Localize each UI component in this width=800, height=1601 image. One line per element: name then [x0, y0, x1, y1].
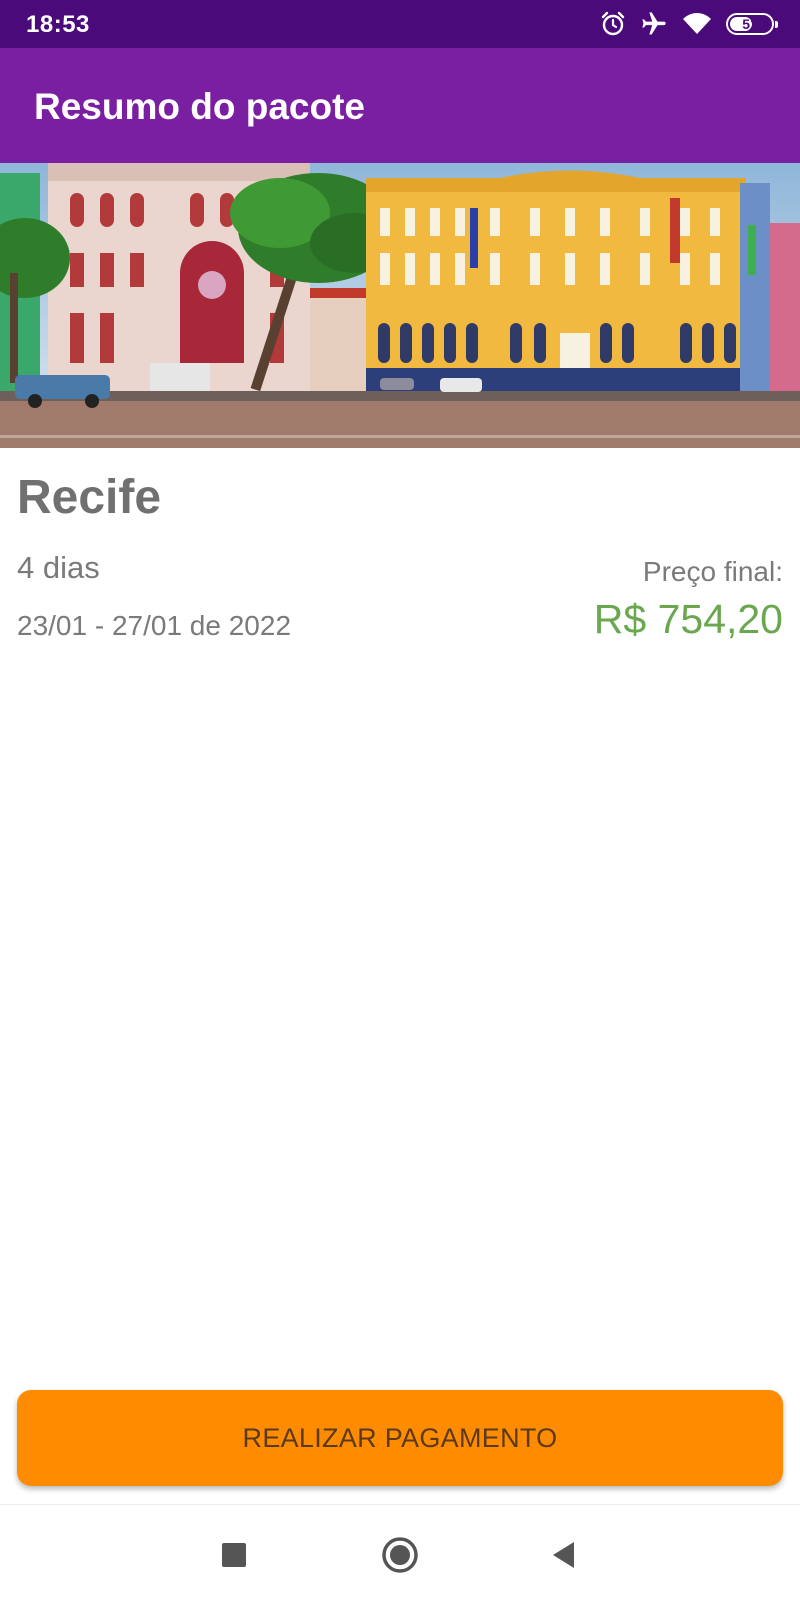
status-bar: 18:53 51: [0, 0, 800, 48]
price-value: R$ 754,20: [593, 596, 783, 642]
airplane-mode-icon: [640, 10, 668, 38]
destination-city: Recife: [17, 471, 162, 524]
page-title: Resumo do pacote: [34, 86, 365, 127]
package-duration: 4 dias: [17, 550, 100, 585]
alarm-icon: [600, 11, 626, 37]
battery-level: 51: [742, 16, 758, 32]
package-dates: 23/01 - 27/01 de 2022: [17, 610, 292, 641]
recents-icon[interactable]: [212, 1533, 256, 1577]
app-bar: Resumo do pacote: [0, 48, 800, 163]
status-time: 18:53: [26, 11, 90, 38]
home-icon[interactable]: [378, 1533, 422, 1577]
wifi-icon: [682, 12, 712, 36]
destination-banner-image: [0, 163, 800, 448]
pay-button[interactable]: REALIZAR PAGAMENTO: [17, 1390, 783, 1486]
price-label: Preço final:: [642, 556, 783, 587]
battery-icon: 51: [726, 13, 778, 35]
status-icons: 51: [600, 10, 778, 38]
back-icon[interactable]: [542, 1533, 586, 1577]
system-nav-bar: [0, 1504, 800, 1601]
